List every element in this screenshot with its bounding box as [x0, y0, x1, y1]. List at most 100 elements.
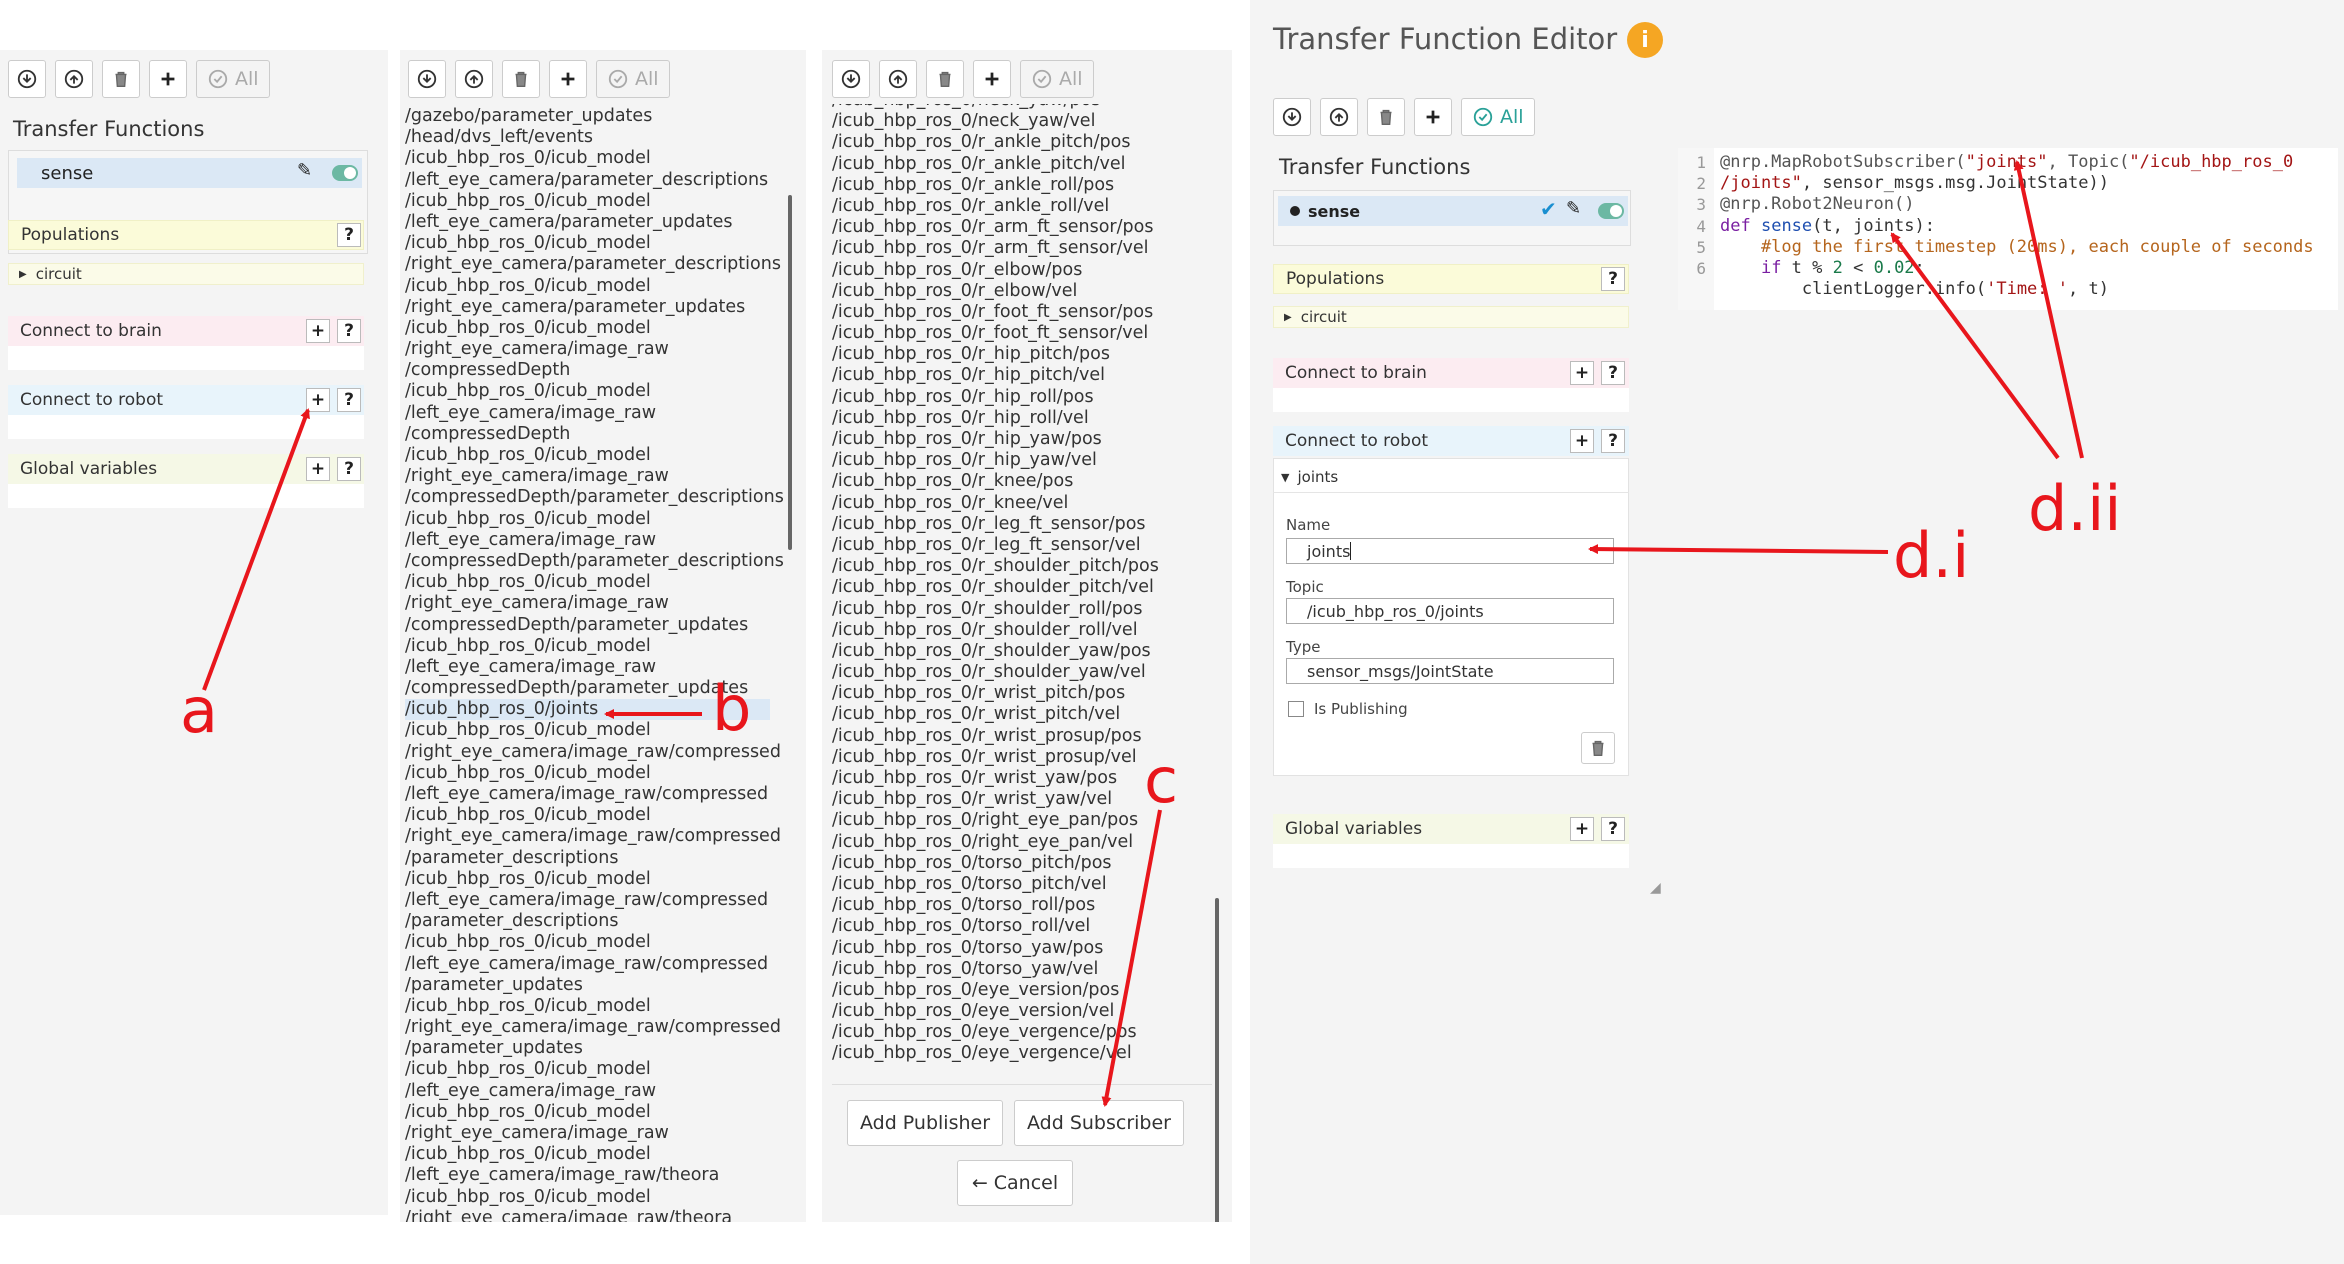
is-publishing-checkbox[interactable]: [1288, 701, 1304, 717]
connect-brain-help-button[interactable]: ?: [337, 319, 361, 343]
topic-item[interactable]: /left_eye_camera/image_raw: [405, 403, 770, 424]
type-input[interactable]: sensor_msgs/JointState: [1286, 658, 1614, 684]
subscriber-delete-button[interactable]: [1581, 732, 1615, 764]
check-icon[interactable]: ✔: [1540, 197, 1557, 221]
joint-item[interactable]: /icub_hbp_ros_0/r_knee/vel: [832, 493, 1202, 514]
select-all-button[interactable]: All: [1020, 60, 1094, 98]
topic-item[interactable]: /right_eye_camera/image_raw: [405, 593, 770, 614]
topic-item[interactable]: /compressedDepth: [405, 424, 770, 445]
joints-row[interactable]: ▼ joints: [1281, 468, 1338, 486]
topic-item[interactable]: /compressedDepth: [405, 360, 770, 381]
topic-item[interactable]: /icub_hbp_ros_0/icub_model: [405, 191, 770, 212]
topic-item[interactable]: /icub_hbp_ros_0/icub_model: [405, 148, 770, 169]
topic-item[interactable]: /right_eye_camera/image_raw: [405, 466, 770, 487]
topic-item[interactable]: /compressedDepth/parameter_descriptions: [405, 551, 784, 572]
joint-item[interactable]: /icub_hbp_ros_0/eye_version/pos: [832, 980, 1202, 1001]
joint-item[interactable]: /icub_hbp_ros_0/r_shoulder_yaw/vel: [832, 662, 1202, 683]
topic-item[interactable]: /icub_hbp_ros_0/icub_model: [405, 1187, 770, 1208]
joint-item[interactable]: /icub_hbp_ros_0/r_elbow/pos: [832, 260, 1202, 281]
topic-item[interactable]: /right_eye_camera/image_raw/compressed: [405, 1017, 781, 1038]
select-all-button[interactable]: All: [196, 60, 270, 98]
editor-connect-robot-add-button[interactable]: +: [1570, 429, 1594, 453]
joint-item[interactable]: /icub_hbp_ros_0/torso_pitch/pos: [832, 853, 1202, 874]
editor-connect-brain-help-button[interactable]: ?: [1601, 361, 1625, 385]
joint-item[interactable]: /icub_hbp_ros_0/r_ankle_pitch/vel: [832, 154, 1202, 175]
editor-tf-toggle[interactable]: [1598, 203, 1624, 219]
editor-circuit-row[interactable]: ▶ circuit: [1273, 306, 1629, 328]
joint-item[interactable]: /icub_hbp_ros_0/r_wrist_pitch/pos: [832, 683, 1202, 704]
topic-item[interactable]: /parameter_descriptions: [405, 911, 770, 932]
resize-handle-icon[interactable]: ◢: [1650, 880, 1661, 896]
topic-item[interactable]: /icub_hbp_ros_0/icub_model: [405, 636, 770, 657]
cancel-button[interactable]: ← Cancel: [957, 1160, 1073, 1206]
select-all-button[interactable]: All: [596, 60, 670, 98]
add-button[interactable]: [973, 60, 1011, 98]
topic-scrollbar[interactable]: [788, 195, 792, 550]
topic-item[interactable]: /left_eye_camera/image_raw/theora: [405, 1165, 770, 1186]
joint-item[interactable]: /icub_hbp_ros_0/neck_yaw/vel: [832, 111, 1202, 132]
editor-global-vars-add-button[interactable]: +: [1570, 817, 1594, 841]
joint-item[interactable]: /icub_hbp_ros_0/r_foot_ft_sensor/vel: [832, 323, 1202, 344]
joint-item[interactable]: /icub_hbp_ros_0/right_eye_pan/vel: [832, 832, 1202, 853]
topic-item[interactable]: /parameter_updates: [405, 975, 770, 996]
topic-item[interactable]: /icub_hbp_ros_0/icub_model: [405, 318, 770, 339]
topic-item[interactable]: /icub_hbp_ros_0/icub_model: [405, 805, 770, 826]
joint-scrollbar[interactable]: [1215, 898, 1219, 1222]
delete-button[interactable]: [102, 60, 140, 98]
topic-item[interactable]: /left_eye_camera/image_raw/compressed: [405, 954, 770, 975]
topic-item[interactable]: /left_eye_camera/image_raw/compressed: [405, 890, 770, 911]
topic-item[interactable]: /parameter_updates: [405, 1038, 770, 1059]
joint-item[interactable]: /icub_hbp_ros_0/r_foot_ft_sensor/pos: [832, 302, 1202, 323]
joint-item[interactable]: /icub_hbp_ros_0/r_arm_ft_sensor/vel: [832, 238, 1202, 259]
joint-item[interactable]: /icub_hbp_ros_0/r_elbow/vel: [832, 281, 1202, 302]
joint-item[interactable]: /icub_hbp_ros_0/r_shoulder_pitch/pos: [832, 556, 1202, 577]
topic-item[interactable]: /left_eye_camera/image_raw/compressed: [405, 784, 770, 805]
add-subscriber-button[interactable]: Add Subscriber: [1014, 1100, 1184, 1146]
add-button[interactable]: [149, 60, 187, 98]
topic-item[interactable]: /icub_hbp_ros_0/icub_model: [405, 1102, 770, 1123]
info-icon[interactable]: i: [1627, 22, 1663, 58]
joint-item[interactable]: /icub_hbp_ros_0/eye_vergence/vel: [832, 1043, 1202, 1064]
topic-item[interactable]: /right_eye_camera/image_raw: [405, 339, 770, 360]
joint-item[interactable]: /icub_hbp_ros_0/eye_vergence/pos: [832, 1022, 1202, 1043]
topic-item[interactable]: /right_eye_camera/image_raw: [405, 1123, 770, 1144]
joint-item[interactable]: /icub_hbp_ros_0/torso_roll/vel: [832, 916, 1202, 937]
joint-item[interactable]: /icub_hbp_ros_0/r_shoulder_roll/pos: [832, 599, 1202, 620]
topic-item[interactable]: /icub_hbp_ros_0/icub_model: [405, 1144, 770, 1165]
topic-item[interactable]: /compressedDepth/parameter_descriptions: [405, 487, 784, 508]
download-button[interactable]: [408, 60, 446, 98]
topic-item[interactable]: /left_eye_camera/parameter_descriptions: [405, 170, 770, 191]
pencil-icon[interactable]: ✎: [297, 160, 312, 181]
joint-item[interactable]: /icub_hbp_ros_0/torso_yaw/vel: [832, 959, 1202, 980]
joint-item[interactable]: /icub_hbp_ros_0/r_shoulder_yaw/pos: [832, 641, 1202, 662]
topic-item[interactable]: /compressedDepth/parameter_updates: [405, 615, 770, 636]
joint-item[interactable]: /icub_hbp_ros_0/r_hip_yaw/pos: [832, 429, 1202, 450]
topic-input[interactable]: /icub_hbp_ros_0/joints: [1286, 598, 1614, 624]
delete-button[interactable]: [926, 60, 964, 98]
pencil-icon[interactable]: ✎: [1566, 198, 1581, 219]
joint-item[interactable]: /icub_hbp_ros_0/r_hip_roll/vel: [832, 408, 1202, 429]
joint-item[interactable]: /icub_hbp_ros_0/r_shoulder_roll/vel: [832, 620, 1202, 641]
topic-item[interactable]: /icub_hbp_ros_0/icub_model: [405, 572, 770, 593]
tf-enable-toggle[interactable]: [332, 165, 358, 181]
editor-connect-brain-add-button[interactable]: +: [1570, 361, 1594, 385]
joint-item[interactable]: /icub_hbp_ros_0/r_wrist_pitch/vel: [832, 704, 1202, 725]
joint-item[interactable]: /icub_hbp_ros_0/neck_yaw/pos: [832, 104, 1202, 111]
global-vars-help-button[interactable]: ?: [337, 457, 361, 481]
topic-item[interactable]: /head/dvs_left/events: [405, 127, 770, 148]
joint-item[interactable]: /icub_hbp_ros_0/torso_pitch/vel: [832, 874, 1202, 895]
upload-button[interactable]: [879, 60, 917, 98]
delete-button[interactable]: [1367, 98, 1405, 136]
upload-button[interactable]: [455, 60, 493, 98]
joint-item[interactable]: /icub_hbp_ros_0/r_ankle_roll/pos: [832, 175, 1202, 196]
topic-item[interactable]: /parameter_descriptions: [405, 848, 770, 869]
topic-item[interactable]: /right_eye_camera/image_raw/compressed: [405, 826, 781, 847]
joint-item[interactable]: /icub_hbp_ros_0/r_hip_pitch/pos: [832, 344, 1202, 365]
joint-item[interactable]: /icub_hbp_ros_0/r_hip_pitch/vel: [832, 365, 1202, 386]
topic-item[interactable]: /left_eye_camera/image_raw: [405, 1081, 770, 1102]
name-input[interactable]: joints: [1286, 538, 1614, 564]
add-publisher-button[interactable]: Add Publisher: [847, 1100, 1003, 1146]
joint-item[interactable]: /icub_hbp_ros_0/r_hip_yaw/vel: [832, 450, 1202, 471]
download-button[interactable]: [8, 60, 46, 98]
topic-item[interactable]: /gazebo/parameter_updates: [405, 106, 770, 127]
